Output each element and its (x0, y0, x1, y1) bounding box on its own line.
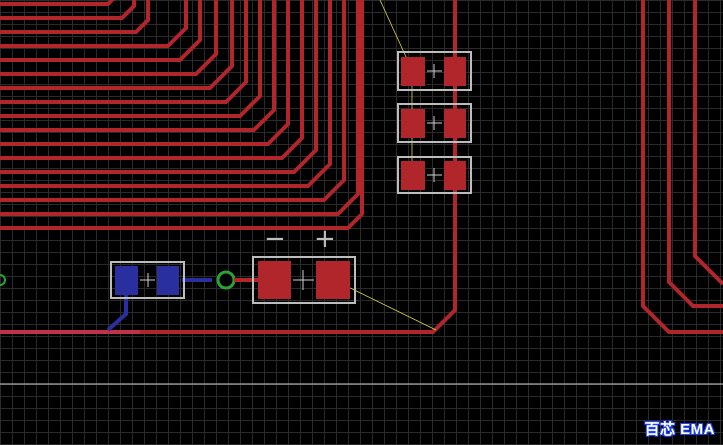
capacitor-plus-label: + (314, 224, 336, 254)
trace[interactable] (0, 0, 218, 76)
trace[interactable] (693, 0, 723, 286)
trace[interactable] (0, 0, 304, 160)
trace[interactable] (641, 0, 723, 334)
capacitor-minus-label: − (264, 224, 286, 254)
trace[interactable] (0, 0, 188, 48)
trace[interactable] (0, 0, 116, 6)
smd-resistor-1[interactable] (397, 51, 472, 91)
pcb-layout[interactable] (0, 0, 723, 445)
via[interactable] (216, 270, 236, 290)
smd-component-bottom[interactable] (110, 261, 185, 299)
pcb-canvas[interactable]: − + 百芯 EMA (0, 0, 723, 445)
polarized-capacitor[interactable] (252, 256, 356, 304)
smd-resistor-3[interactable] (397, 156, 472, 194)
via-offscreen[interactable] (0, 274, 6, 286)
trace-bundle-right[interactable] (641, 0, 723, 334)
smd-resistor-2[interactable] (397, 103, 472, 143)
trace-bundle-top-left[interactable] (0, 0, 364, 230)
brand-watermark: 百芯 EMA (644, 421, 715, 438)
